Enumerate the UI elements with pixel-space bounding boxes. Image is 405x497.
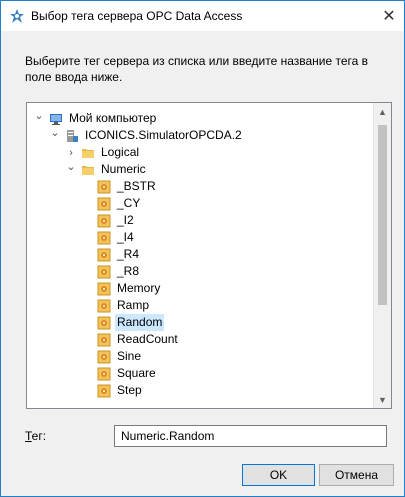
tree-item[interactable]: Square: [97, 365, 158, 382]
tree-item[interactable]: _BSTR: [97, 178, 158, 195]
tree-item[interactable]: _R8: [97, 263, 141, 280]
tag-icon: [97, 265, 111, 279]
chevron-down-icon[interactable]: ⌄: [33, 110, 45, 125]
tree-item-label: ICONICS.SimulatorOPCDA.2: [85, 128, 242, 142]
instruction-text: Выберите тег сервера из списка или введи…: [25, 54, 369, 84]
tree-item-label: Random: [115, 314, 165, 331]
tag-icon: [97, 197, 111, 211]
tree-item[interactable]: Step: [97, 382, 144, 399]
tag-icon: [97, 214, 111, 228]
tree-item[interactable]: _CY: [97, 195, 142, 212]
tag-tree[interactable]: ▲ ▼ ⌄ Мой компьютер ⌄ ICONICS.SimulatorOPCD…: [26, 102, 392, 409]
scroll-up-icon[interactable]: ▲: [374, 103, 391, 120]
tree-item[interactable]: ⌄ ICONICS.SimulatorOPCDA.2: [49, 127, 244, 144]
tree-item[interactable]: ⌄ Numeric: [65, 161, 148, 178]
close-button[interactable]: ✕: [374, 1, 404, 31]
tree-item-label: _R4: [117, 247, 140, 261]
ok-button[interactable]: OK: [242, 464, 315, 486]
tree-item-label: Мой компьютер: [69, 111, 157, 125]
tree-item-label: _BSTR: [117, 179, 156, 193]
tag-icon: [97, 231, 111, 245]
tag-icon: [97, 248, 111, 262]
tree-item-label: Numeric: [101, 162, 146, 176]
tree-scrollbar[interactable]: ▲ ▼: [373, 103, 391, 408]
tag-icon: [97, 180, 111, 194]
tag-icon: [97, 333, 111, 347]
tree-item[interactable]: ⌄ Мой компьютер: [33, 110, 158, 127]
folder-icon: [81, 163, 95, 177]
tree-item-label: _I4: [117, 230, 134, 244]
tree-item-label: Ramp: [117, 298, 150, 312]
chevron-right-icon[interactable]: ›: [65, 147, 77, 159]
tag-icon: [97, 316, 111, 330]
cancel-button[interactable]: Отмена: [319, 464, 394, 486]
chevron-down-icon[interactable]: ⌄: [49, 127, 61, 142]
tree-item[interactable]: › Logical: [65, 144, 141, 161]
tree-item[interactable]: Ramp: [97, 297, 151, 314]
opc-tag-dialog: Выбор тега сервера OPC Data Access ✕ Выб…: [0, 0, 405, 497]
tree-item[interactable]: Random: [97, 314, 165, 331]
tag-icon: [97, 299, 111, 313]
tag-input[interactable]: [114, 425, 387, 447]
tree-item-label: Logical: [101, 145, 140, 159]
computer-icon: [49, 112, 63, 126]
tag-icon: [97, 367, 111, 381]
close-icon: ✕: [382, 8, 396, 25]
scroll-down-icon[interactable]: ▼: [374, 391, 391, 408]
tree-item-label: _R8: [117, 264, 140, 278]
tree-item-label: Square: [117, 366, 156, 380]
title-bar[interactable]: Выбор тега сервера OPC Data Access ✕: [1, 1, 404, 31]
tree-item[interactable]: _I2: [97, 212, 136, 229]
folder-icon: [81, 146, 95, 160]
tree-item-label: Memory: [117, 281, 161, 295]
tree-item[interactable]: ReadCount: [97, 331, 180, 348]
tree-item-label: _I2: [117, 213, 134, 227]
tag-icon: [97, 282, 111, 296]
tree-item-label: ReadCount: [117, 332, 178, 346]
tag-field-label: Тег:: [25, 429, 47, 443]
tag-icon: [97, 350, 111, 364]
tree-item[interactable]: Memory: [97, 280, 162, 297]
chevron-down-icon[interactable]: ⌄: [65, 161, 77, 176]
tag-icon: [97, 384, 111, 398]
dialog-title: Выбор тега сервера OPC Data Access: [31, 9, 243, 23]
scroll-thumb[interactable]: [378, 125, 387, 305]
tree-item-label: _CY: [117, 196, 141, 210]
opc-app-icon: [10, 9, 24, 23]
tree-item[interactable]: _R4: [97, 246, 141, 263]
tree-item[interactable]: _I4: [97, 229, 136, 246]
server-icon: [65, 129, 79, 143]
tree-item[interactable]: Sine: [97, 348, 143, 365]
tree-item-label: Sine: [117, 349, 142, 363]
tree-item-label: Step: [117, 383, 142, 397]
